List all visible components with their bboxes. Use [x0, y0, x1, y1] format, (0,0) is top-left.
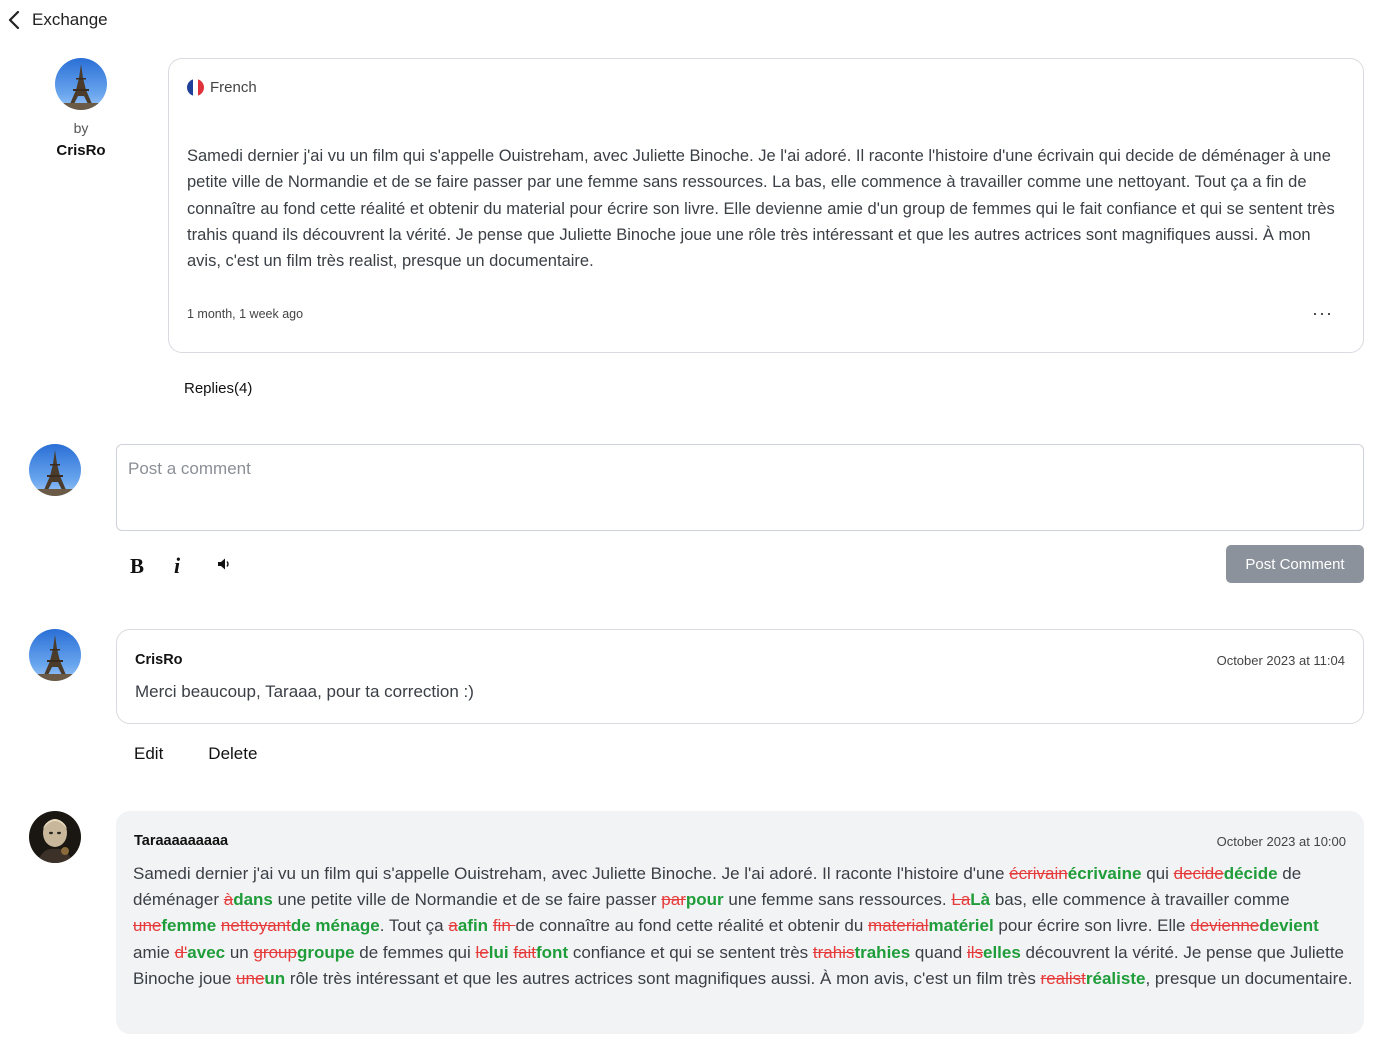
deleted-word: nettoyant — [220, 916, 291, 936]
deleted-word: decide — [1173, 864, 1224, 883]
post-comment-button[interactable]: Post Comment — [1226, 545, 1364, 583]
audio-button[interactable] — [216, 552, 232, 580]
inserted-word: Là — [970, 890, 991, 910]
inserted-word: afin — [457, 916, 489, 936]
inserted-word: pour — [685, 890, 724, 910]
text-segment: quand — [910, 942, 967, 962]
text-segment: , presque un documentaire. — [1145, 968, 1353, 988]
inserted-word: dans — [233, 890, 273, 910]
reply-text: Merci beaucoup, Taraaa, pour ta correcti… — [135, 682, 474, 701]
deleted-word: une — [236, 968, 265, 988]
post-author-avatar[interactable] — [55, 58, 107, 110]
inserted-word: trahies — [854, 942, 911, 962]
deleted-word: ils — [966, 942, 983, 962]
delete-button[interactable]: Delete — [208, 744, 257, 764]
by-label: by — [73, 120, 89, 136]
text-segment: de connaître au fond cette réalité et ob… — [515, 916, 869, 936]
chevron-left-icon — [6, 10, 22, 30]
deleted-word: une — [133, 916, 162, 936]
deleted-word: trahis — [812, 942, 855, 962]
inserted-word: matériel — [928, 916, 994, 936]
post-timestamp: 1 month, 1 week ago — [187, 307, 304, 321]
text-segment: confiance et qui se sentent très — [568, 942, 813, 962]
inserted-word: femme — [161, 916, 217, 936]
inserted-word: lui — [488, 942, 509, 962]
deleted-word: écrivain — [1009, 864, 1068, 883]
reply-card: CrisRo October 2023 at 11:04 Merci beauc… — [116, 629, 1364, 724]
deleted-word: devienne — [1190, 916, 1260, 936]
back-link[interactable]: Exchange — [6, 10, 108, 30]
italic-label: i — [174, 553, 181, 578]
bold-button[interactable]: B — [128, 552, 172, 580]
inserted-word: un — [264, 968, 286, 988]
deleted-word: La — [951, 890, 971, 910]
formatting-toolbar: B i — [128, 552, 229, 580]
french-flag-icon — [187, 79, 204, 96]
text-segment: Samedi dernier j'ai vu un film qui s'app… — [133, 864, 1010, 883]
reply-timestamp: October 2023 at 10:00 — [1216, 834, 1346, 849]
deleted-word: realist — [1040, 968, 1086, 988]
text-segment: de femmes qui — [354, 942, 476, 962]
correction-reply-card: Taraaaaaaaaa October 2023 at 10:00 Samed… — [116, 811, 1364, 1034]
text-segment: une femme sans ressources. — [723, 890, 952, 910]
deleted-word: le — [475, 942, 489, 962]
deleted-word: par — [661, 890, 686, 910]
back-label: Exchange — [32, 10, 108, 29]
reply-actions: Edit Delete — [134, 744, 257, 764]
inserted-word: groupe — [296, 942, 355, 962]
post-text: Samedi dernier j'ai vu un film qui s'app… — [187, 147, 1335, 271]
current-user-avatar — [29, 444, 81, 496]
deleted-word: material — [868, 916, 929, 936]
italic-button[interactable]: i — [174, 552, 180, 580]
reply-author-avatar[interactable] — [29, 811, 81, 863]
deleted-word: fin — [492, 916, 516, 936]
inserted-word: avec — [187, 942, 226, 962]
text-segment: qui — [1141, 864, 1174, 883]
text-segment: une petite ville de Normandie et de se f… — [272, 890, 662, 910]
deleted-word: d' — [174, 942, 188, 962]
language-tag: French — [187, 79, 257, 96]
inserted-word: devient — [1259, 916, 1319, 936]
text-segment: amie — [133, 942, 175, 962]
comment-input-box — [116, 444, 1364, 531]
edit-button[interactable]: Edit — [134, 744, 163, 764]
reply-author-avatar[interactable] — [29, 629, 81, 681]
inserted-word: de ménage — [290, 916, 380, 936]
deleted-word: à — [223, 890, 234, 910]
replies-count-link[interactable]: Replies(4) — [184, 380, 252, 397]
inserted-word: réaliste — [1085, 968, 1146, 988]
reply-author-name[interactable]: Taraaaaaaaaa — [134, 833, 228, 849]
comment-input[interactable] — [117, 445, 1363, 530]
deleted-word: group — [253, 942, 297, 962]
correction-text: Samedi dernier j'ai vu un film qui s'app… — [133, 861, 1353, 992]
text-segment: pour écrire son livre. Elle — [993, 916, 1191, 936]
reply-timestamp: October 2023 at 11:04 — [1216, 653, 1345, 668]
post-card: French Samedi dernier j'ai vu un film qu… — [168, 58, 1364, 353]
text-segment: rôle très intéressant et que les autres … — [285, 968, 1041, 988]
inserted-word: font — [536, 942, 569, 962]
text-segment: un — [225, 942, 254, 962]
post-author-name[interactable]: CrisRo — [40, 142, 122, 159]
text-segment: bas, elle commence à travailler comme — [990, 890, 1290, 910]
reply-author-name[interactable]: CrisRo — [135, 652, 183, 668]
more-options-button[interactable]: ··· — [1312, 303, 1333, 324]
inserted-word: elles — [983, 942, 1021, 962]
deleted-word: a — [448, 916, 458, 936]
text-segment: . Tout ça — [379, 916, 449, 936]
deleted-word: fait — [513, 942, 537, 962]
language-label: French — [210, 79, 257, 96]
inserted-word: décide — [1223, 864, 1278, 883]
audio-icon — [216, 556, 232, 577]
inserted-word: écrivaine — [1067, 864, 1142, 883]
